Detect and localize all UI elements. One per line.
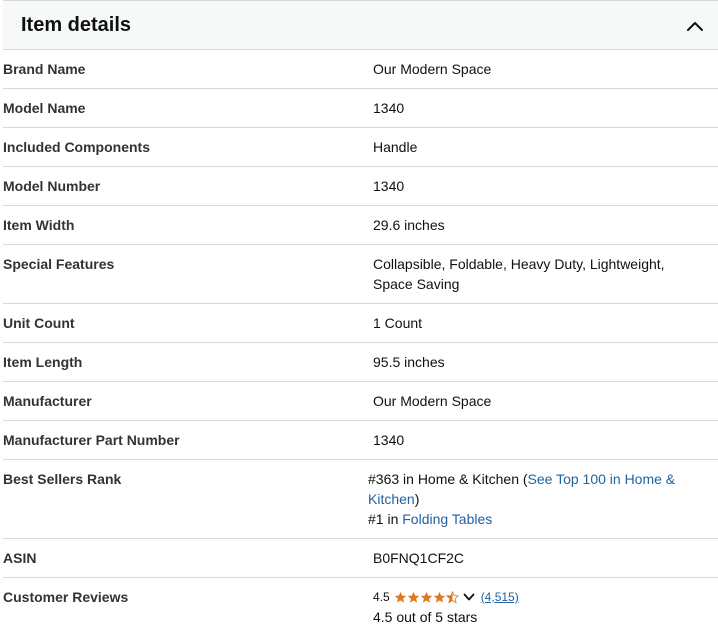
row-value: 1340 bbox=[373, 432, 405, 448]
row-special-features: Special Features Collapsible, Foldable, … bbox=[3, 245, 718, 304]
folding-tables-link[interactable]: Folding Tables bbox=[402, 511, 492, 527]
row-label: Special Features bbox=[3, 256, 115, 272]
section-title: Item details bbox=[21, 14, 132, 36]
row-value: 29.6 inches bbox=[373, 217, 445, 233]
item-details-panel: Item details Brand Name Our Modern Space… bbox=[0, 0, 718, 625]
row-label: Customer Reviews bbox=[3, 589, 129, 605]
row-value: B0FNQ1CF2C bbox=[373, 550, 465, 566]
row-value: 1 Count bbox=[373, 315, 423, 331]
row-best-sellers-rank: Best Sellers Rank #363 in Home & Kitchen… bbox=[3, 460, 718, 539]
row-label: Model Name bbox=[3, 100, 86, 116]
row-item-width: Item Width 29.6 inches bbox=[3, 206, 718, 245]
row-value: 1340 bbox=[373, 100, 405, 116]
rank-line-1: #363 in Home & Kitchen (See Top 100 in H… bbox=[368, 469, 688, 509]
row-value: Collapsible, Foldable, Heavy Duty, Light… bbox=[373, 256, 665, 292]
row-brand-name: Brand Name Our Modern Space bbox=[3, 50, 718, 89]
row-value: Our Modern Space bbox=[373, 61, 492, 77]
row-item-length: Item Length 95.5 inches bbox=[3, 343, 718, 382]
row-value: 95.5 inches bbox=[373, 354, 445, 370]
row-manufacturer-part-number: Manufacturer Part Number 1340 bbox=[3, 421, 718, 460]
rating-number: 4.5 bbox=[373, 590, 390, 604]
row-value: Our Modern Space bbox=[373, 393, 492, 409]
row-model-number: Model Number 1340 bbox=[3, 167, 718, 206]
row-label: Item Width bbox=[3, 217, 75, 233]
row-manufacturer: Manufacturer Our Modern Space bbox=[3, 382, 718, 421]
chevron-down-icon[interactable] bbox=[463, 591, 475, 603]
row-label: Unit Count bbox=[3, 315, 75, 331]
rank-line-2: #1 in Folding Tables bbox=[368, 509, 688, 529]
row-label: Manufacturer bbox=[3, 393, 92, 409]
row-value: 4.5 (4,515) 4.5 out of 5 stars bbox=[373, 587, 718, 627]
star-rating[interactable] bbox=[394, 590, 459, 604]
item-details-header[interactable]: Item details bbox=[3, 0, 718, 50]
row-unit-count: Unit Count 1 Count bbox=[3, 304, 718, 343]
review-count-link[interactable]: (4,515) bbox=[481, 587, 519, 607]
rating-summary: 4.5 out of 5 stars bbox=[373, 609, 478, 625]
rank-close-paren: ) bbox=[414, 491, 420, 507]
row-included-components: Included Components Handle bbox=[3, 128, 718, 167]
row-asin: ASIN B0FNQ1CF2C bbox=[3, 539, 718, 578]
row-label: Item Length bbox=[3, 354, 83, 370]
row-label: Best Sellers Rank bbox=[3, 471, 122, 487]
rating-line: 4.5 (4,515) bbox=[373, 587, 688, 607]
row-customer-reviews: Customer Reviews 4.5 (4,515) 4.5 out of … bbox=[3, 578, 718, 636]
row-label: ASIN bbox=[3, 550, 37, 566]
star-icon bbox=[407, 591, 419, 603]
half-star-icon bbox=[445, 590, 459, 603]
row-label: Included Components bbox=[3, 139, 150, 155]
rank-text: #363 in Home & Kitchen ( bbox=[368, 471, 528, 487]
row-model-name: Model Name 1340 bbox=[3, 89, 718, 128]
row-label: Model Number bbox=[3, 178, 101, 194]
row-value: Handle bbox=[373, 139, 418, 155]
star-icon bbox=[420, 591, 432, 603]
row-label: Brand Name bbox=[3, 61, 86, 77]
chevron-up-icon[interactable] bbox=[686, 17, 704, 35]
star-icon bbox=[433, 591, 445, 603]
star-icon bbox=[394, 591, 406, 603]
row-label: Manufacturer Part Number bbox=[3, 432, 180, 448]
details-table: Brand Name Our Modern Space Model Name 1… bbox=[3, 50, 718, 636]
row-value: #363 in Home & Kitchen (See Top 100 in H… bbox=[368, 469, 718, 529]
row-value: 1340 bbox=[373, 178, 405, 194]
rank-text: #1 in bbox=[368, 511, 403, 527]
